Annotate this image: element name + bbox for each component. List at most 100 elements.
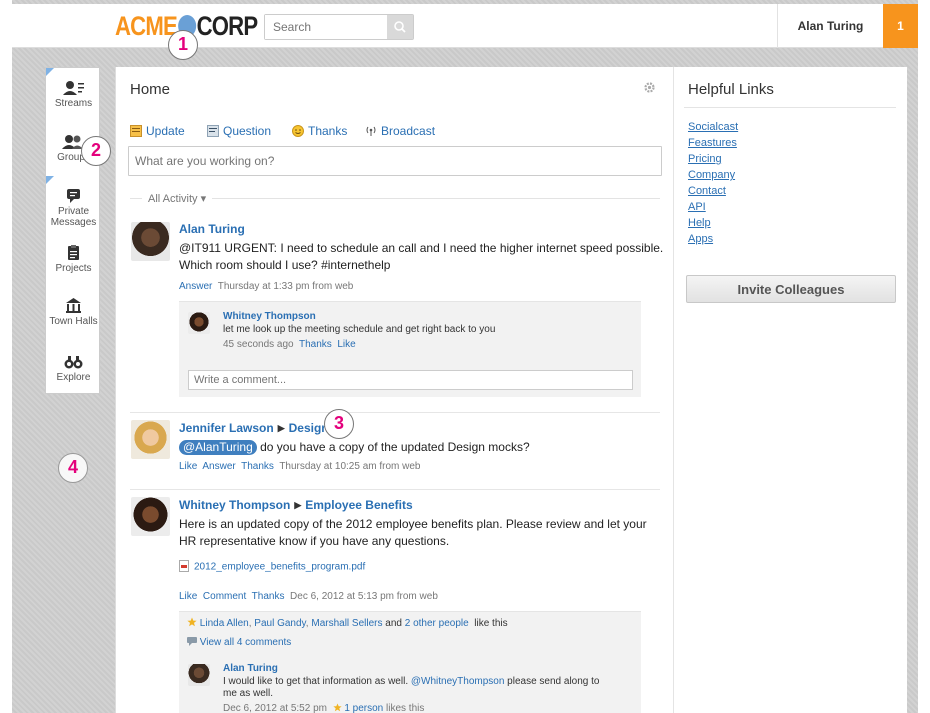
callout-marker-3: 3: [324, 409, 354, 439]
comment-thread: Linda Allen, Paul Gandy, Marshall Seller…: [179, 611, 641, 713]
logo-corp-text: CORP: [196, 11, 259, 41]
tab-update[interactable]: Update: [130, 123, 185, 139]
avatar[interactable]: [131, 497, 170, 536]
town-halls-icon: [66, 298, 81, 313]
sidebar-item-label: Streams: [54, 98, 93, 109]
comment-timestamp: Dec 6, 2012 at 5:52 pm: [223, 703, 327, 713]
other-likers-link[interactable]: 2 other people: [405, 618, 469, 629]
post-timestamp: Thursday at 10:25 am from web: [279, 461, 421, 472]
user-menu[interactable]: Alan Turing: [777, 4, 883, 48]
pdf-file-icon: [179, 560, 189, 572]
avatar[interactable]: [131, 222, 170, 261]
thanks-link[interactable]: Thanks: [299, 339, 332, 350]
helpful-link-pricing[interactable]: Pricing: [688, 151, 738, 167]
callout-marker-4: 4: [58, 453, 88, 483]
comment-timestamp: 45 seconds ago: [223, 339, 294, 350]
update-icon: [130, 124, 142, 137]
streams-unread-corner: [46, 68, 54, 76]
comment-box: [188, 370, 633, 390]
star-icon: [332, 703, 342, 712]
broadcast-icon: [366, 126, 376, 136]
answer-link[interactable]: Answer: [179, 281, 212, 292]
post-author[interactable]: Alan Turing: [179, 222, 245, 236]
invite-colleagues-button[interactable]: Invite Colleagues: [686, 275, 896, 303]
post-meta: Like Comment Thanks Dec 6, 2012 at 5:13 …: [179, 591, 438, 602]
main-column: Home Update Question Thanks Broadcast Al…: [115, 67, 673, 713]
post-body: Here is an updated copy of the 2012 empl…: [179, 516, 664, 550]
right-sidebar: Helpful Links Socialcast Feastures Prici…: [673, 67, 907, 713]
callout-marker-2: 2: [81, 136, 111, 166]
top-bar: ACME CORP Alan Turing 1: [12, 4, 918, 48]
post-author[interactable]: Whitney Thompson: [179, 498, 290, 512]
avatar[interactable]: [188, 664, 210, 686]
comment-thread: Whitney Thompson let me look up the meet…: [179, 301, 641, 397]
helpful-link-feastures[interactable]: Feastures: [688, 135, 738, 151]
view-all-comments[interactable]: View all 4 comments: [187, 636, 292, 648]
sidebar-item-private-messages[interactable]: Private Messages: [46, 188, 101, 228]
likers-line: Linda Allen, Paul Gandy, Marshall Seller…: [187, 617, 508, 629]
answer-link[interactable]: Answer: [202, 461, 235, 472]
post-author[interactable]: Jennifer Lawson: [179, 421, 274, 435]
post-divider: [130, 489, 660, 490]
post-body: @AlanTuring do you have a copy of the up…: [179, 439, 664, 456]
activity-filter: All Activity ▾: [130, 192, 660, 205]
helpful-link-apps[interactable]: Apps: [688, 231, 738, 247]
post-text-line: @IT911 URGENT: I need to schedule an cal…: [179, 241, 664, 255]
sidebar-item-town-halls[interactable]: Town Halls: [46, 298, 101, 327]
private-messages-icon: [67, 189, 80, 203]
like-link[interactable]: Like: [179, 591, 197, 602]
post-group[interactable]: Design: [289, 421, 329, 435]
post-text-line: HR representative know if you have any q…: [179, 534, 450, 548]
view-all-comments-link[interactable]: View all 4 comments: [200, 637, 292, 648]
avatar[interactable]: [188, 312, 210, 334]
sidebar-item-label: Private Messages: [50, 206, 97, 228]
helpful-link-help[interactable]: Help: [688, 215, 738, 231]
helpful-link-contact[interactable]: Contact: [688, 183, 738, 199]
liker-link[interactable]: Marshall Sellers: [311, 618, 382, 629]
helpful-links-title: Helpful Links: [688, 81, 774, 98]
comment-input[interactable]: [189, 371, 632, 389]
post-author-line: Whitney Thompson ▶ Employee Benefits: [179, 498, 413, 512]
private-messages-unread-corner: [46, 176, 54, 184]
helpful-link-company[interactable]: Company: [688, 167, 738, 183]
post-group[interactable]: Employee Benefits: [305, 498, 412, 512]
comment-link[interactable]: Comment: [203, 591, 246, 602]
post-text-line: Which room should I use? #internethelp: [179, 258, 391, 272]
mention-link[interactable]: @WhitneyThompson: [411, 676, 505, 687]
attachment-link[interactable]: 2012_employee_benefits_program.pdf: [179, 560, 365, 573]
sidebar-item-streams[interactable]: Streams: [46, 80, 101, 109]
sidebar-item-projects[interactable]: Projects: [46, 245, 101, 274]
like-link[interactable]: Like: [337, 339, 355, 350]
comment-meta: Dec 6, 2012 at 5:52 pm 1 person likes th…: [223, 703, 424, 713]
helpful-link-socialcast[interactable]: Socialcast: [688, 119, 738, 135]
sidebar-item-explore[interactable]: Explore: [46, 354, 101, 383]
arrow-right-icon: ▶: [277, 423, 285, 433]
notification-badge[interactable]: 1: [883, 4, 918, 48]
comment-text-after: please send along to: [504, 676, 600, 687]
liker-link[interactable]: Linda Allen: [200, 618, 249, 629]
mention-tag[interactable]: @AlanTuring: [179, 440, 257, 455]
tab-question[interactable]: Question: [207, 123, 271, 139]
post-body: @IT911 URGENT: I need to schedule an cal…: [179, 240, 664, 274]
publisher-input[interactable]: [129, 147, 659, 175]
comment-author[interactable]: Whitney Thompson: [223, 311, 316, 322]
star-icon: [187, 617, 197, 627]
search-input[interactable]: [265, 15, 381, 39]
tab-broadcast[interactable]: Broadcast: [365, 123, 435, 139]
helpful-links-list: Socialcast Feastures Pricing Company Con…: [688, 119, 738, 247]
like-link[interactable]: Like: [179, 461, 197, 472]
page-title: Home: [130, 81, 171, 98]
comment-likes-link[interactable]: 1 person: [344, 703, 383, 713]
post-meta: Answer Thursday at 1:33 pm from web: [179, 281, 353, 292]
helpful-link-api[interactable]: API: [688, 199, 738, 215]
tab-thanks[interactable]: Thanks: [292, 123, 347, 139]
gear-icon[interactable]: [643, 81, 656, 94]
search-button[interactable]: [387, 15, 413, 39]
comment-author[interactable]: Alan Turing: [223, 663, 278, 674]
thanks-link[interactable]: Thanks: [241, 461, 274, 472]
activity-filter-dropdown[interactable]: All Activity ▾: [142, 192, 213, 205]
avatar[interactable]: [131, 420, 170, 459]
likers-and: and: [385, 618, 402, 629]
liker-link[interactable]: Paul Gandy: [254, 618, 306, 629]
thanks-link[interactable]: Thanks: [252, 591, 285, 602]
